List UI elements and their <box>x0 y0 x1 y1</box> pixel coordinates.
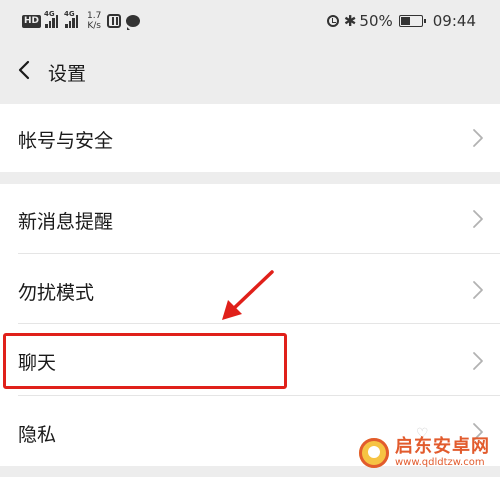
status-bar-right: ✱ 50% 09:44 <box>326 8 476 34</box>
battery-percent: 50% <box>359 12 393 30</box>
network-speed: 1.7 K/s <box>87 11 101 31</box>
annotation-arrow-icon <box>218 268 278 328</box>
signal-strength-icon-2: 4G <box>64 10 79 28</box>
network-type-label-2: 4G <box>64 9 75 18</box>
battery-icon <box>398 15 426 27</box>
settings-item-label: 帐号与安全 <box>18 130 114 152</box>
watermark-url: www.qdldtzw.com <box>395 457 485 468</box>
status-bar: HD 4G 4G 1.7 K/s ✱ 50% 09:44 <box>0 0 500 40</box>
settings-item-new-message-alert[interactable]: 新消息提醒 <box>0 184 500 254</box>
watermark-text: 启东安卓网 www.qdldtzw.com <box>395 437 490 469</box>
nfc-icon <box>107 14 122 28</box>
message-bubble-icon <box>126 15 141 30</box>
chevron-right-icon <box>472 280 484 300</box>
clock: 09:44 <box>432 12 476 30</box>
annotation-highlight-box <box>3 333 287 389</box>
settings-item-label: 新消息提醒 <box>18 211 114 233</box>
watermark: 启东安卓网 www.qdldtzw.com <box>359 437 490 469</box>
settings-item-label: 勿扰模式 <box>18 282 95 304</box>
battery-level-fill <box>400 17 411 25</box>
chevron-right-icon <box>472 128 484 148</box>
page-title: 设置 <box>48 63 87 85</box>
watermark-logo-icon <box>359 438 389 468</box>
signal-strength-icon: 4G <box>44 10 59 28</box>
settings-item-label: 隐私 <box>18 424 57 446</box>
chevron-right-icon <box>472 209 484 229</box>
hd-badge: HD <box>22 14 42 28</box>
status-bar-left: HD 4G 4G 1.7 K/s <box>22 8 141 34</box>
nav-bar: 设置 <box>0 40 500 102</box>
chevron-right-icon <box>472 351 484 371</box>
network-type-label: 4G <box>44 9 55 18</box>
watermark-brand: 启东安卓网 <box>395 436 490 457</box>
alarm-icon <box>326 15 339 27</box>
bluetooth-icon: ✱ <box>343 12 357 30</box>
network-speed-value: 1.7 <box>87 11 102 21</box>
network-speed-unit: K/s <box>87 21 101 31</box>
back-arrow-icon[interactable] <box>14 58 38 82</box>
settings-item-account-security[interactable]: 帐号与安全 <box>0 104 500 172</box>
